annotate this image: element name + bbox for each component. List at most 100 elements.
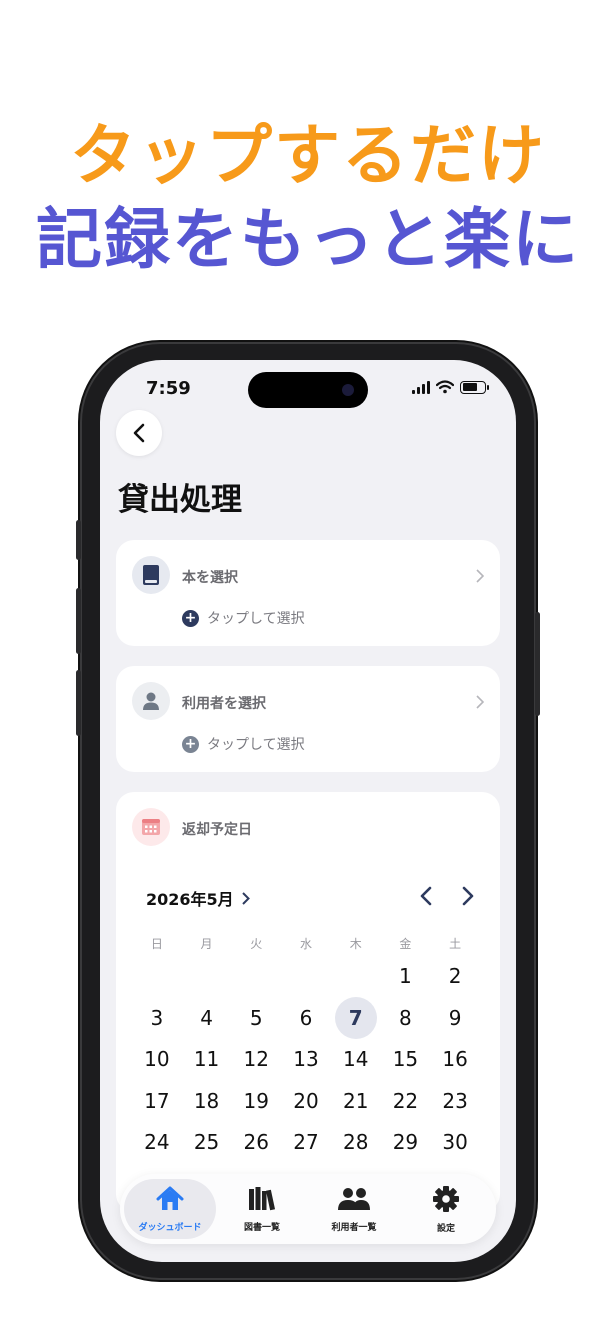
- weekday-header: 日: [150, 937, 163, 951]
- calendar-day-selected[interactable]: 7: [331, 997, 381, 1040]
- calendar-day-number: 10: [144, 1047, 170, 1071]
- calendar-day[interactable]: 27: [281, 1122, 331, 1164]
- calendar-day[interactable]: 9: [430, 998, 480, 1040]
- promo-headline-line2: 記録をもっと楽に: [36, 201, 580, 278]
- calendar-day-number: 13: [293, 1047, 319, 1071]
- promo-headline-line1: タップするだけ: [70, 117, 546, 194]
- calendar-day-number: 4: [200, 1005, 213, 1030]
- calendar-day-number: 12: [243, 1047, 269, 1071]
- weekday-header: 水: [299, 937, 312, 951]
- calendar-day[interactable]: 5: [231, 998, 281, 1040]
- tab-label: 利用者一覧: [331, 1222, 377, 1233]
- book-tap-text: タップして選択: [207, 611, 305, 627]
- calendar-day[interactable]: 6: [281, 998, 331, 1040]
- calendar-day[interactable]: 2: [430, 956, 480, 998]
- tab-label: ダッシュボード: [138, 1222, 202, 1233]
- calendar-day[interactable]: 26: [231, 1122, 281, 1164]
- calendar-day[interactable]: 8: [381, 998, 431, 1040]
- book-tap-to-select[interactable]: + タップして選択: [182, 608, 305, 628]
- calendar-day[interactable]: 4: [182, 998, 232, 1040]
- calendar-day-number: 5: [249, 1005, 263, 1030]
- tab-dashboard[interactable]: ダッシュボード: [124, 1179, 216, 1239]
- chevron-right-icon: [476, 569, 484, 583]
- calendar-day[interactable]: 21: [331, 1081, 381, 1123]
- calendar-day[interactable]: 29: [381, 1122, 431, 1164]
- calendar-day[interactable]: 30: [430, 1122, 480, 1164]
- prev-month-button[interactable]: [420, 886, 432, 906]
- calendar-day[interactable]: 25: [182, 1122, 232, 1164]
- calendar-day[interactable]: 16: [430, 1039, 480, 1081]
- phone-power-button: [535, 612, 540, 716]
- calendar-icon-badge: [132, 808, 170, 846]
- calendar-empty-cell: [132, 956, 182, 998]
- month-nav: [420, 886, 474, 906]
- calendar-day-number: 3: [150, 1005, 164, 1030]
- calendar-day-number: 24: [144, 1130, 170, 1154]
- user-tap-to-select[interactable]: + タップして選択: [182, 734, 305, 754]
- battery-icon: [460, 380, 489, 394]
- status-icons: [412, 380, 489, 394]
- gear-icon: [432, 1185, 460, 1217]
- signal-icon: [412, 380, 430, 394]
- calendar-day-number: 2: [448, 964, 462, 988]
- calendar-day[interactable]: 19: [231, 1081, 281, 1123]
- phone-volume-up: [76, 588, 81, 654]
- phone-mute-switch: [76, 520, 81, 560]
- calendar-day[interactable]: 20: [281, 1081, 331, 1123]
- tab-book-list[interactable]: 図書一覧: [216, 1179, 308, 1239]
- calendar-day[interactable]: 28: [331, 1122, 381, 1164]
- calendar-empty-cell: [231, 956, 281, 998]
- next-month-button[interactable]: [462, 886, 474, 906]
- people-icon: [337, 1186, 371, 1216]
- calendar-day[interactable]: 14: [331, 1039, 381, 1081]
- calendar-icon: [142, 819, 160, 835]
- calendar-day[interactable]: 13: [281, 1039, 331, 1081]
- calendar-day[interactable]: 18: [182, 1081, 232, 1123]
- calendar-day[interactable]: 17: [132, 1081, 182, 1123]
- calendar-day[interactable]: 3: [132, 998, 182, 1040]
- calendar-day[interactable]: 23: [430, 1081, 480, 1123]
- calendar-day-number: 19: [243, 1088, 269, 1113]
- calendar-day-number: 1: [399, 964, 412, 988]
- calendar-day-number: 22: [392, 1088, 419, 1113]
- weekday-header: 土: [449, 937, 462, 951]
- calendar-day-number: 27: [293, 1130, 319, 1154]
- calendar-day[interactable]: 10: [132, 1039, 182, 1081]
- month-picker[interactable]: 2026年5月: [146, 886, 250, 910]
- calendar-day[interactable]: 22: [381, 1081, 431, 1123]
- calendar-day-number: 6: [299, 1005, 313, 1030]
- calendar-day[interactable]: 1: [381, 956, 431, 998]
- back-button[interactable]: [116, 410, 162, 456]
- calendar-day-number: 21: [342, 1088, 369, 1113]
- book-select-card[interactable]: 本を選択 + タップして選択: [116, 540, 500, 646]
- weekday-header: 火: [250, 937, 263, 951]
- calendar-day[interactable]: 24: [132, 1122, 182, 1164]
- calendar-day[interactable]: 15: [381, 1039, 431, 1081]
- app-screen: 7:59 貸出処理 本を選択 + タップして選択 利用者を選択 + タップして選…: [100, 360, 516, 1262]
- book-icon: [143, 565, 159, 585]
- book-select-label: 本を選択: [182, 570, 238, 586]
- calendar-day-number: 26: [243, 1130, 269, 1154]
- tab-bar: ダッシュボード 図書一覧 利用者一覧 設定: [120, 1174, 496, 1244]
- weekday-header: 金: [399, 937, 412, 951]
- phone-volume-down: [76, 670, 81, 736]
- tab-settings[interactable]: 設定: [400, 1179, 492, 1239]
- calendar-day[interactable]: 11: [182, 1039, 232, 1081]
- user-select-card[interactable]: 利用者を選択 + タップして選択: [116, 666, 500, 772]
- chevron-left-icon: [133, 423, 145, 443]
- calendar-day[interactable]: 12: [231, 1039, 281, 1081]
- tab-user-list[interactable]: 利用者一覧: [308, 1179, 400, 1239]
- calendar-empty-cell: [281, 956, 331, 998]
- wifi-icon: [436, 380, 454, 394]
- calendar-day-number: 20: [293, 1088, 319, 1113]
- person-icon-badge: [132, 682, 170, 720]
- front-camera: [342, 384, 354, 396]
- calendar-day-number: 7: [348, 1005, 363, 1030]
- calendar-day-number: 14: [342, 1047, 369, 1071]
- phone-frame: 7:59 貸出処理 本を選択 + タップして選択 利用者を選択 + タップして選…: [76, 344, 540, 1278]
- calendar-day-number: 8: [399, 1005, 412, 1030]
- weekday-header: 木: [349, 937, 362, 951]
- tab-label: 図書一覧: [243, 1222, 280, 1233]
- calendar-day-number: 16: [442, 1047, 468, 1071]
- status-time: 7:59: [146, 378, 191, 399]
